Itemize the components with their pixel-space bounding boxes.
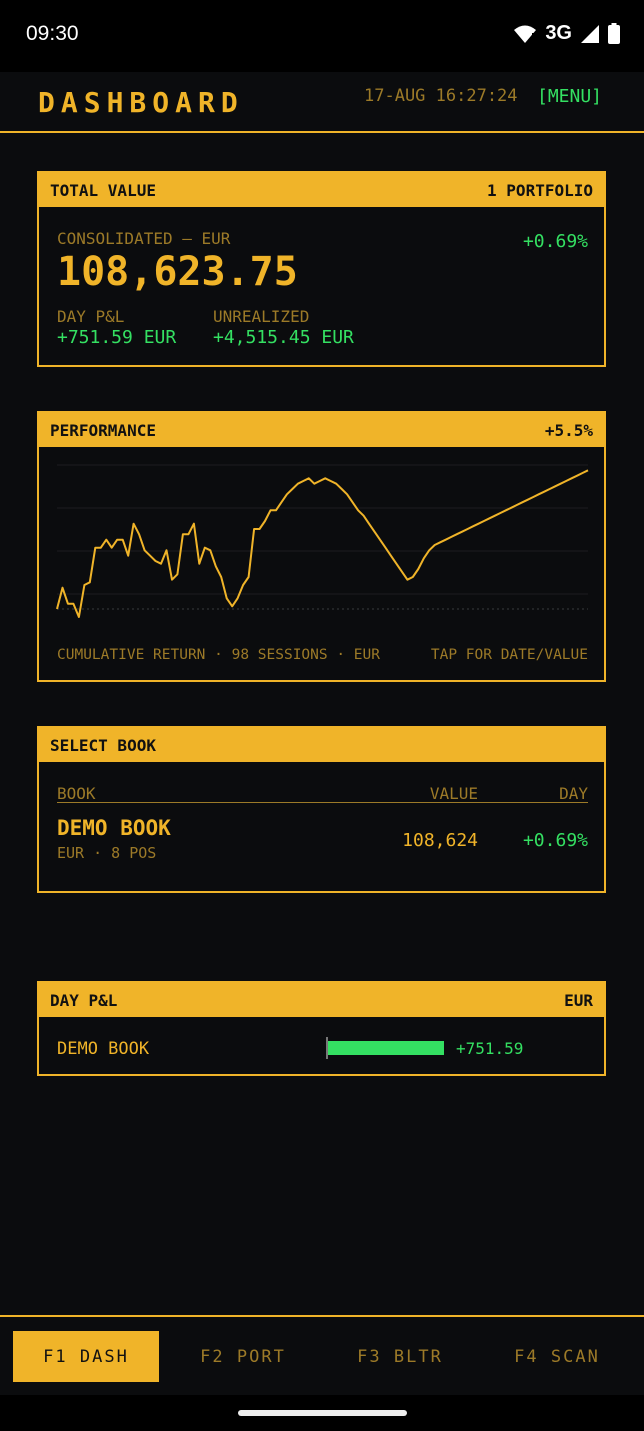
currency-label: EUR xyxy=(564,990,593,1010)
unrealized-value: +4,515.45 EUR xyxy=(213,327,354,348)
book-row-name[interactable]: DEMO BOOK xyxy=(57,816,171,840)
day-pl-row-name: DEMO BOOK xyxy=(57,1039,150,1059)
battery-icon xyxy=(608,23,620,44)
book-row-meta: EUR · 8 POS xyxy=(57,844,157,862)
book-row-value: 108,624 xyxy=(402,830,478,851)
total-value-panel: TOTAL VALUE 1 PORTFOLIO CONSOLIDATED — E… xyxy=(37,171,606,367)
consolidated-label: CONSOLIDATED — EUR xyxy=(57,229,231,248)
select-book-panel: SELECT BOOK BOOK VALUE DAY DEMO BOOK EUR… xyxy=(37,726,606,893)
total-amount: 108,623.75 xyxy=(57,249,298,295)
select-book-header: SELECT BOOK xyxy=(39,728,604,762)
page-title: DASHBOARD xyxy=(38,86,244,119)
home-handle[interactable] xyxy=(238,1410,407,1416)
bottom-nav: F1 DASH F2 PORT F3 BLTR F4 SCAN xyxy=(0,1315,644,1395)
total-change-pct: +0.69% xyxy=(522,231,588,252)
day-pl-header: DAY P&L EUR xyxy=(39,983,604,1017)
tab-bltr[interactable]: F3 BLTR xyxy=(327,1331,473,1382)
tap-hint: TAP FOR DATE/VALUE xyxy=(430,647,588,663)
gesture-bar xyxy=(0,1395,644,1431)
chart-caption: CUMULATIVE RETURN · 98 SESSIONS · EUR xyxy=(57,647,381,663)
divider xyxy=(57,802,588,803)
unrealized-label: UNREALIZED xyxy=(213,307,310,326)
signal-icon xyxy=(581,24,599,43)
panel-title: SELECT BOOK xyxy=(50,735,156,755)
performance-chart[interactable] xyxy=(39,447,604,643)
panel-title: DAY P&L xyxy=(50,990,118,1010)
performance-panel: PERFORMANCE +5.5% CUMULATIVE RETURN · 98… xyxy=(37,411,606,682)
book-row-day: +0.69% xyxy=(522,830,588,851)
header-clock: 17-AUG 16:27:24 xyxy=(364,86,518,106)
total-value-header: TOTAL VALUE 1 PORTFOLIO xyxy=(39,173,604,207)
col-header-book: BOOK xyxy=(57,784,96,803)
panel-title: PERFORMANCE xyxy=(50,420,156,440)
performance-line xyxy=(56,469,589,618)
col-header-value: VALUE xyxy=(429,784,478,803)
day-pl-value: +751.59 EUR xyxy=(57,327,177,348)
day-pl-label: DAY P&L xyxy=(57,307,125,326)
col-header-day: DAY xyxy=(559,784,588,803)
menu-button[interactable]: [MENU] xyxy=(537,86,602,107)
panel-title: TOTAL VALUE xyxy=(50,180,156,200)
system-status-bar: 09:30 3G xyxy=(0,0,644,72)
tab-port[interactable]: F2 PORT xyxy=(170,1331,316,1382)
wifi-icon xyxy=(514,25,537,43)
app-header: DASHBOARD 17-AUG 16:27:24 [MENU] xyxy=(0,72,644,133)
day-pl-panel: DAY P&L EUR DEMO BOOK +751.59 xyxy=(37,981,606,1076)
network-type: 3G xyxy=(545,22,572,44)
portfolio-count: 1 PORTFOLIO xyxy=(487,180,593,200)
status-time: 09:30 xyxy=(26,22,79,45)
tab-scan[interactable]: F4 SCAN xyxy=(484,1331,630,1382)
performance-return: +5.5% xyxy=(544,420,593,440)
tab-dash[interactable]: F1 DASH xyxy=(13,1331,159,1382)
status-icons: 3G xyxy=(513,22,620,45)
performance-header: PERFORMANCE +5.5% xyxy=(39,413,604,447)
day-pl-row-value: +751.59 xyxy=(456,1039,524,1058)
day-pl-bar xyxy=(328,1041,444,1055)
